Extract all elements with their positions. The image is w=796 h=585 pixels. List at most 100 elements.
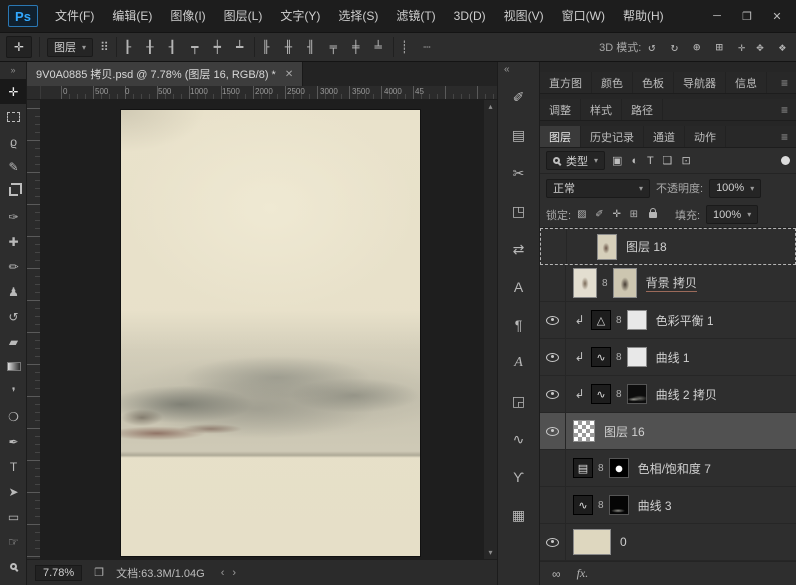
3d-panel-icon[interactable]: ◳ bbox=[504, 197, 534, 225]
fill-field[interactable]: 100% ▾ bbox=[706, 205, 758, 224]
layer-row-selected[interactable]: 图层 16 bbox=[540, 413, 796, 450]
layer-mask-thumbnail[interactable] bbox=[609, 458, 629, 478]
scroll-down-icon[interactable]: ▾ bbox=[488, 548, 492, 557]
swap-panel-icon[interactable]: ⇄ bbox=[504, 235, 534, 263]
tab-paths[interactable]: 路径 bbox=[622, 99, 663, 120]
3d-mode-icons-group[interactable]: ↺ ↻ ⊕ ⊞ ✛ bbox=[648, 40, 749, 54]
tool-quick-selection[interactable]: ✎ bbox=[0, 154, 27, 179]
timeline-panel-icon[interactable]: ϒ bbox=[504, 463, 534, 491]
tab-info[interactable]: 信息 bbox=[726, 72, 767, 93]
tool-history-brush[interactable]: ↺ bbox=[0, 304, 27, 329]
menu-window[interactable]: 窗口(W) bbox=[553, 0, 614, 32]
layer-row[interactable]: 图层 18 bbox=[540, 228, 796, 265]
panel-menu-icon[interactable]: ≡ bbox=[773, 72, 796, 93]
tool-type[interactable]: T bbox=[0, 454, 27, 479]
properties-panel-icon[interactable]: ◲ bbox=[504, 387, 534, 415]
tab-styles[interactable]: 样式 bbox=[581, 99, 622, 120]
canvas-image[interactable] bbox=[121, 110, 420, 556]
tab-actions[interactable]: 动作 bbox=[685, 126, 726, 147]
menu-view[interactable]: 视图(V) bbox=[495, 0, 553, 32]
layer-style-fx-icon[interactable]: fx. bbox=[577, 566, 589, 581]
blend-mode-dropdown[interactable]: 正常 ▾ bbox=[546, 179, 650, 198]
close-button[interactable]: ✕ bbox=[762, 4, 792, 28]
minimize-button[interactable]: ─ bbox=[702, 4, 732, 28]
glyphs-panel-icon[interactable]: A bbox=[504, 349, 534, 377]
menu-help[interactable]: 帮助(H) bbox=[614, 0, 673, 32]
layer-mask-thumbnail[interactable] bbox=[627, 347, 647, 367]
layer-visibility-toggle[interactable] bbox=[540, 413, 566, 449]
tool-eyedropper[interactable]: ✑ bbox=[0, 204, 27, 229]
layer-mask-thumbnail[interactable] bbox=[613, 268, 637, 298]
menu-filter[interactable]: 滤镜(T) bbox=[387, 0, 444, 32]
tool-rectangle-shape[interactable]: ▭ bbox=[0, 504, 27, 529]
curves-adjustment-icon[interactable]: ∿ bbox=[573, 495, 593, 515]
tool-rectangular-marquee[interactable] bbox=[0, 104, 27, 129]
tab-history[interactable]: 历史记录 bbox=[581, 126, 644, 147]
tab-channels[interactable]: 通道 bbox=[644, 126, 685, 147]
layer-row[interactable]: ↲ △ 8 色彩平衡 1 bbox=[540, 302, 796, 339]
distribute-spacing-icons[interactable]: ┊ ┈ bbox=[401, 40, 435, 54]
tool-lasso[interactable]: ϱ bbox=[0, 129, 27, 154]
tool-path-selection[interactable]: ➤ bbox=[0, 479, 27, 504]
paragraph-panel-icon[interactable]: ¶ bbox=[504, 311, 534, 339]
document-tab[interactable]: 9V0A0885 拷贝.psd @ 7.78% (图层 16, RGB/8) *… bbox=[27, 62, 303, 86]
tool-brush[interactable]: ✏ bbox=[0, 254, 27, 279]
tool-crop[interactable] bbox=[0, 179, 27, 204]
restore-button[interactable]: ❐ bbox=[732, 4, 762, 28]
align-icons-group[interactable]: ┠ ╂ ┨ ┯ ┿ ┷ bbox=[124, 40, 247, 54]
scroll-up-icon[interactable]: ▴ bbox=[488, 102, 492, 111]
menu-image[interactable]: 图像(I) bbox=[161, 0, 214, 32]
tab-navigator[interactable]: 导航器 bbox=[674, 72, 726, 93]
layer-row[interactable]: 8 背景 拷贝 bbox=[540, 265, 796, 302]
tool-zoom[interactable] bbox=[0, 554, 27, 579]
layer-mask-thumbnail[interactable] bbox=[627, 384, 647, 404]
tool-clone-stamp[interactable]: ♟ bbox=[0, 279, 27, 304]
tab-color[interactable]: 颜色 bbox=[592, 72, 633, 93]
status-next-icon[interactable]: › bbox=[228, 567, 240, 579]
character-panel-icon[interactable]: A bbox=[504, 273, 534, 301]
layer-filter-kind-icons[interactable]: ▣ ◐ T ❑ ⊡ bbox=[612, 154, 694, 167]
layer-visibility-toggle[interactable] bbox=[540, 487, 566, 523]
tool-blur[interactable]: ❜ bbox=[0, 379, 27, 404]
ruler-origin-corner[interactable] bbox=[27, 86, 41, 99]
zoom-level-field[interactable]: 7.78% bbox=[35, 565, 82, 581]
options-right-icons[interactable]: ✥ ❖ bbox=[756, 40, 790, 54]
menu-edit[interactable]: 编辑(E) bbox=[103, 0, 161, 32]
auto-select-target-dropdown[interactable]: 图层 ▾ bbox=[47, 38, 93, 57]
vertical-scrollbar[interactable]: ▴ ▾ bbox=[483, 100, 497, 559]
layer-row[interactable]: ↲ ∿ 8 曲线 2 拷贝 bbox=[540, 376, 796, 413]
tab-close-icon[interactable]: ✕ bbox=[285, 69, 293, 80]
layer-visibility-toggle[interactable] bbox=[540, 450, 566, 486]
tool-move[interactable]: ✛ bbox=[0, 79, 27, 104]
layer-visibility-toggle[interactable] bbox=[541, 229, 567, 264]
layer-row[interactable]: 0 bbox=[540, 524, 796, 561]
filter-toggle-icon[interactable] bbox=[781, 156, 790, 165]
distribute-icons-group[interactable]: ╟ ╫ ╢ ╤ ╪ ╧ bbox=[262, 40, 385, 54]
lock-option-icons[interactable]: ▨ ✐ ✛ ⊞ bbox=[577, 209, 641, 220]
menu-select[interactable]: 选择(S) bbox=[329, 0, 387, 32]
menu-layer[interactable]: 图层(L) bbox=[215, 0, 272, 32]
libraries-panel-icon[interactable]: ▦ bbox=[504, 501, 534, 529]
layer-row[interactable]: ∿ 8 曲线 3 bbox=[540, 487, 796, 524]
tool-dodge[interactable]: ❍ bbox=[0, 404, 27, 429]
panel-menu-icon[interactable]: ≡ bbox=[773, 99, 796, 120]
layer-thumbnail[interactable] bbox=[573, 420, 595, 442]
hue-saturation-adjustment-icon[interactable]: ▤ bbox=[573, 458, 593, 478]
menu-file[interactable]: 文件(F) bbox=[46, 0, 103, 32]
tool-eraser[interactable]: ▰ bbox=[0, 329, 27, 354]
layer-visibility-toggle[interactable] bbox=[540, 265, 566, 301]
tab-swatches[interactable]: 色板 bbox=[633, 72, 674, 93]
wave-panel-icon[interactable]: ∿ bbox=[504, 425, 534, 453]
menu-type[interactable]: 文字(Y) bbox=[271, 0, 329, 32]
tab-histogram[interactable]: 直方图 bbox=[540, 72, 592, 93]
panel-menu-icon[interactable]: ≡ bbox=[773, 126, 796, 147]
tab-layers[interactable]: 图层 bbox=[540, 126, 581, 147]
expand-panels-icon[interactable]: « bbox=[498, 62, 539, 78]
layer-visibility-toggle[interactable] bbox=[540, 376, 566, 412]
tool-pen[interactable]: ✒ bbox=[0, 429, 27, 454]
current-tool-indicator[interactable]: ✛ bbox=[6, 36, 32, 58]
toolbar-collapse-icon[interactable]: » bbox=[0, 62, 26, 79]
tab-adjustments[interactable]: 调整 bbox=[540, 99, 581, 120]
color-balance-adjustment-icon[interactable]: △ bbox=[591, 310, 611, 330]
tool-spot-healing-brush[interactable]: ✚ bbox=[0, 229, 27, 254]
